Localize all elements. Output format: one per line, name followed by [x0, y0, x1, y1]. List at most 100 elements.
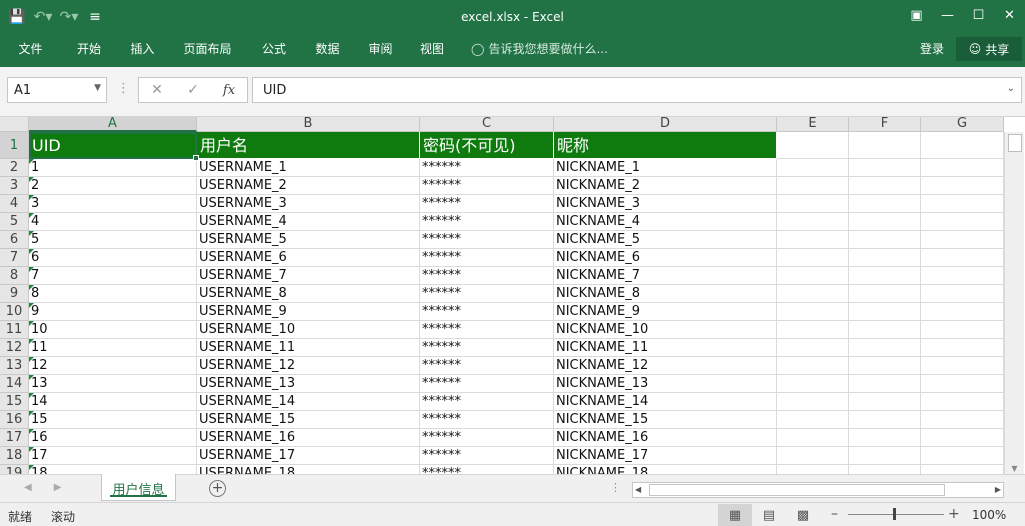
enter-icon[interactable]: ✓ — [175, 82, 211, 98]
table-cell[interactable]: NICKNAME_6 — [554, 249, 777, 267]
empty-cell[interactable] — [849, 447, 921, 465]
ribbon-display-icon[interactable]: ▣ — [901, 0, 932, 30]
table-cell[interactable]: 3 — [29, 195, 197, 213]
table-cell[interactable]: ****** — [420, 231, 554, 249]
table-cell[interactable]: USERNAME_16 — [197, 429, 420, 447]
empty-cell[interactable] — [777, 393, 849, 411]
empty-cell[interactable] — [849, 393, 921, 411]
table-cell[interactable]: 5 — [29, 231, 197, 249]
table-cell[interactable]: USERNAME_2 — [197, 177, 420, 195]
chevron-down-icon[interactable]: ▼ — [94, 83, 101, 93]
empty-cell[interactable] — [777, 285, 849, 303]
table-cell[interactable]: NICKNAME_9 — [554, 303, 777, 321]
table-cell[interactable]: ****** — [420, 321, 554, 339]
table-cell[interactable]: ****** — [420, 357, 554, 375]
table-cell[interactable]: USERNAME_14 — [197, 393, 420, 411]
table-cell[interactable]: ****** — [420, 159, 554, 177]
table-cell[interactable]: 17 — [29, 447, 197, 465]
empty-cell[interactable] — [849, 321, 921, 339]
cancel-icon[interactable]: ✕ — [139, 82, 175, 98]
empty-cell[interactable] — [921, 213, 1004, 231]
table-cell[interactable]: NICKNAME_14 — [554, 393, 777, 411]
table-cell[interactable]: USERNAME_18 — [197, 465, 420, 474]
empty-cell[interactable] — [777, 357, 849, 375]
zoom-level[interactable]: 100% — [972, 508, 1006, 522]
empty-cell[interactable] — [777, 447, 849, 465]
empty-cell[interactable] — [921, 177, 1004, 195]
tab-insert[interactable]: 插入 — [117, 34, 168, 60]
row-header[interactable]: 2 — [0, 159, 29, 177]
header-cell[interactable]: 用户名 — [197, 132, 420, 159]
empty-cell[interactable] — [849, 249, 921, 267]
zoom-slider[interactable] — [848, 514, 944, 515]
row-header[interactable]: 17 — [0, 429, 29, 447]
row-header[interactable]: 14 — [0, 375, 29, 393]
table-cell[interactable]: ****** — [420, 267, 554, 285]
table-cell[interactable]: USERNAME_7 — [197, 267, 420, 285]
row-header[interactable]: 3 — [0, 177, 29, 195]
empty-cell[interactable] — [777, 303, 849, 321]
formula-input[interactable]: UID ⌄ — [252, 77, 1022, 103]
table-cell[interactable]: USERNAME_8 — [197, 285, 420, 303]
table-cell[interactable]: USERNAME_9 — [197, 303, 420, 321]
empty-cell[interactable] — [849, 465, 921, 474]
empty-cell[interactable] — [921, 339, 1004, 357]
row-header[interactable]: 13 — [0, 357, 29, 375]
column-header-b[interactable]: B — [197, 117, 420, 132]
empty-cell[interactable] — [849, 375, 921, 393]
table-cell[interactable]: USERNAME_15 — [197, 411, 420, 429]
tab-review[interactable]: 审阅 — [354, 34, 407, 60]
row-header[interactable]: 8 — [0, 267, 29, 285]
row-header[interactable]: 11 — [0, 321, 29, 339]
table-cell[interactable]: NICKNAME_11 — [554, 339, 777, 357]
tab-file[interactable]: 文件 — [0, 34, 61, 60]
name-box[interactable]: A1 ▼ — [7, 77, 107, 103]
empty-cell[interactable] — [849, 411, 921, 429]
empty-cell[interactable] — [849, 285, 921, 303]
empty-cell[interactable] — [777, 429, 849, 447]
table-cell[interactable]: NICKNAME_3 — [554, 195, 777, 213]
table-cell[interactable]: 7 — [29, 267, 197, 285]
table-cell[interactable]: 18 — [29, 465, 197, 474]
table-cell[interactable]: USERNAME_17 — [197, 447, 420, 465]
row-header[interactable]: 1 — [0, 132, 29, 159]
table-cell[interactable]: NICKNAME_16 — [554, 429, 777, 447]
empty-cell[interactable] — [777, 267, 849, 285]
tab-data[interactable]: 数据 — [301, 34, 354, 60]
page-break-view-icon[interactable]: ▩ — [786, 504, 820, 526]
tell-me-box[interactable]: ◯ 告诉我您想要做什么... — [471, 40, 608, 57]
row-header[interactable]: 7 — [0, 249, 29, 267]
table-cell[interactable]: 8 — [29, 285, 197, 303]
table-cell[interactable]: ****** — [420, 339, 554, 357]
table-cell[interactable]: 14 — [29, 393, 197, 411]
row-header[interactable]: 6 — [0, 231, 29, 249]
table-cell[interactable]: 6 — [29, 249, 197, 267]
row-header[interactable]: 5 — [0, 213, 29, 231]
row-header[interactable]: 18 — [0, 447, 29, 465]
table-cell[interactable]: ****** — [420, 249, 554, 267]
table-cell[interactable]: USERNAME_10 — [197, 321, 420, 339]
empty-cell[interactable] — [921, 231, 1004, 249]
table-cell[interactable]: 2 — [29, 177, 197, 195]
row-header[interactable]: 10 — [0, 303, 29, 321]
minimize-icon[interactable]: — — [932, 0, 963, 30]
scroll-left-icon[interactable]: ◀ — [635, 485, 641, 494]
login-link[interactable]: 登录 — [920, 40, 944, 57]
table-cell[interactable]: 12 — [29, 357, 197, 375]
empty-cell[interactable] — [777, 159, 849, 177]
column-header-a[interactable]: A — [29, 117, 197, 132]
table-cell[interactable]: ****** — [420, 393, 554, 411]
table-cell[interactable]: NICKNAME_1 — [554, 159, 777, 177]
table-cell[interactable]: 13 — [29, 375, 197, 393]
sheet-tab-user-info[interactable]: 用户信息 — [101, 474, 176, 501]
empty-cell[interactable] — [777, 411, 849, 429]
tab-view[interactable]: 视图 — [407, 34, 457, 60]
table-cell[interactable]: USERNAME_11 — [197, 339, 420, 357]
table-cell[interactable]: 9 — [29, 303, 197, 321]
table-cell[interactable]: NICKNAME_15 — [554, 411, 777, 429]
empty-cell[interactable] — [777, 177, 849, 195]
add-sheet-icon[interactable]: + — [209, 480, 226, 497]
column-header-c[interactable]: C — [420, 117, 554, 132]
table-cell[interactable]: NICKNAME_18 — [554, 465, 777, 474]
select-all-corner[interactable] — [0, 117, 29, 132]
